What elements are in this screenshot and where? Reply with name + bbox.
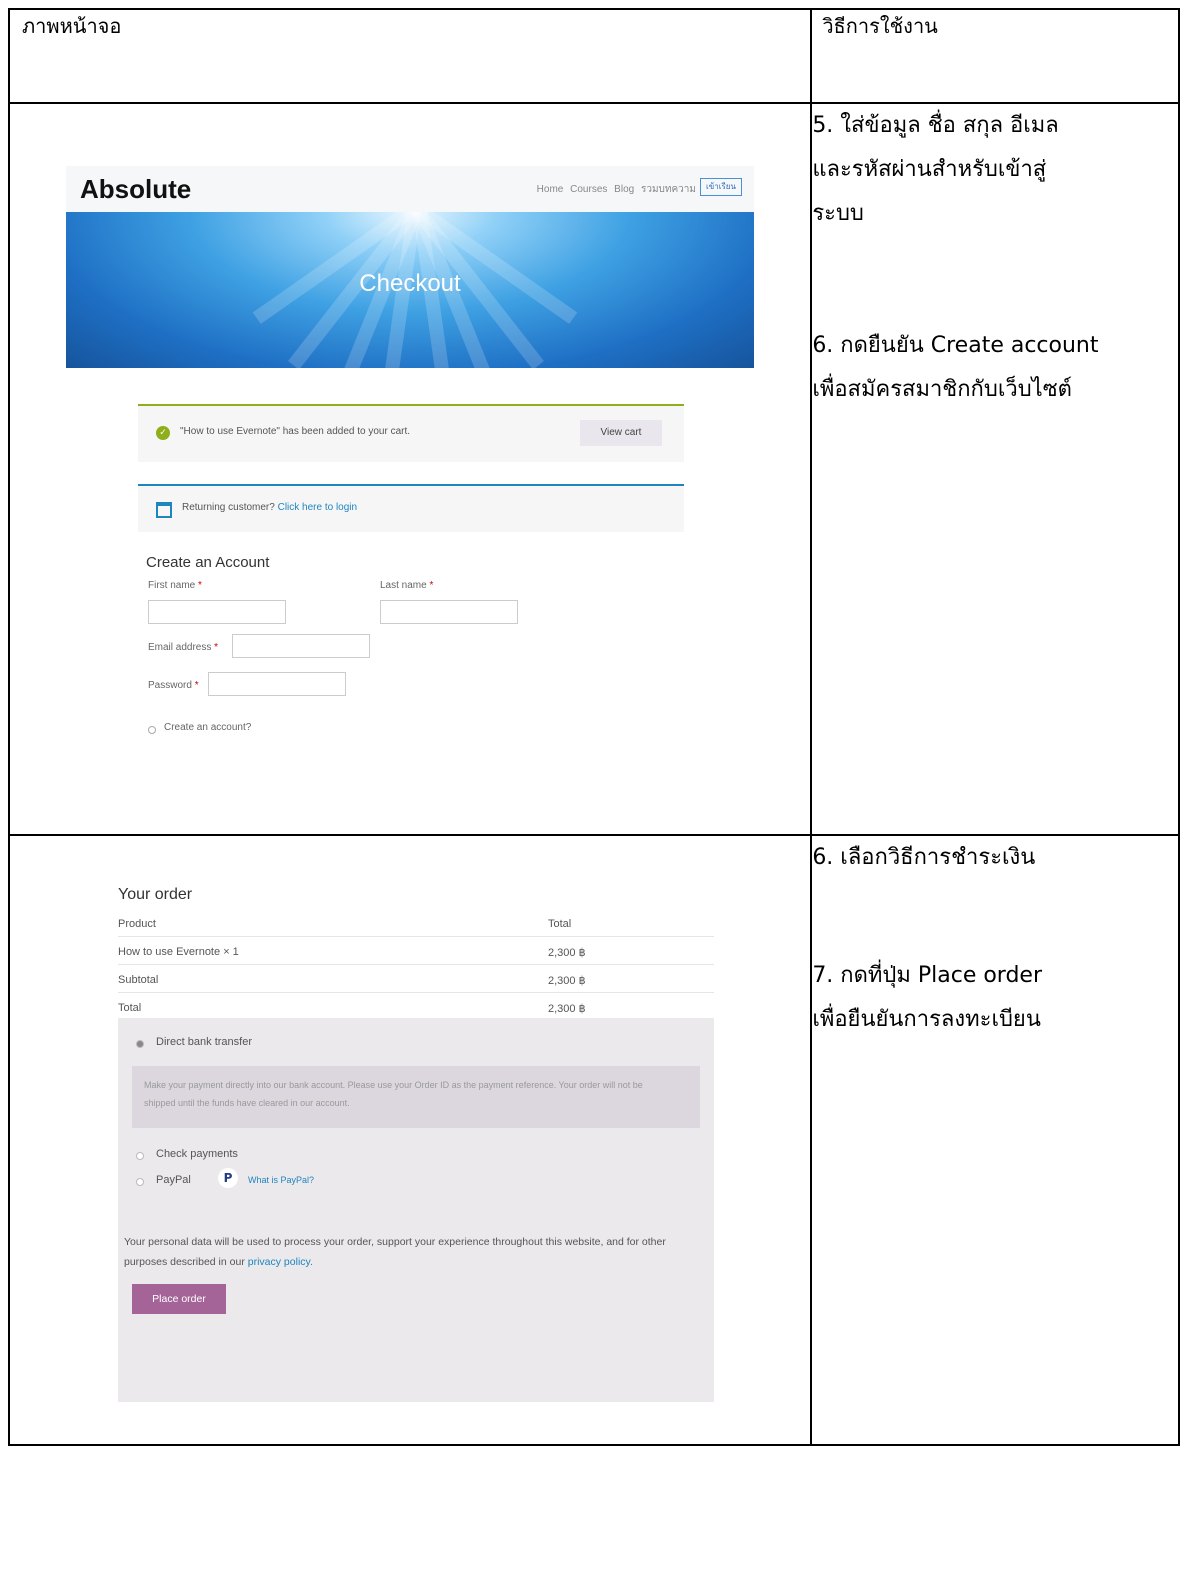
first-name-label: First name * (148, 580, 202, 591)
bank-transfer-description: Make your payment directly into our bank… (132, 1066, 700, 1128)
nav-blog[interactable]: Blog (614, 184, 634, 195)
view-cart-button[interactable]: View cart (580, 420, 662, 446)
returning-customer-notice: Returning customer? Click here to login (138, 484, 684, 532)
order-header-row: Product Total (118, 918, 598, 930)
last-name-label: Last name * (380, 580, 434, 591)
total-header: Total (548, 918, 572, 930)
paypal-logo-icon: P (218, 1168, 238, 1188)
step-line: 6. เลือกวิธีการชำระเงิน (812, 845, 1036, 870)
screenshot-cell-1: Absolute Home Courses Blog รวมบทความ เข้… (7, 102, 813, 836)
last-name-input[interactable] (380, 600, 518, 624)
order-screenshot: Your order Product Total How to use Ever… (118, 886, 728, 1416)
checkout-screenshot: Absolute Home Courses Blog รวมบทความ เข้… (66, 166, 754, 746)
subtotal-label: Subtotal (118, 974, 159, 986)
step-line: เพื่อสมัครสมาชิกกับเว็บไซต์ (812, 377, 1072, 402)
step-line: 7. กดที่ปุ่ม Place order (812, 963, 1043, 988)
cart-notice-text: "How to use Evernote" has been added to … (180, 426, 411, 437)
screenshot-cell-2: Your order Product Total How to use Ever… (7, 834, 813, 1446)
instruction-table: ภาพหน้าจอ วิธีการใช้งาน Absolute Home Co… (7, 8, 1180, 1446)
instructions-cell-2: 6. เลือกวิธีการชำระเงิน 7. กดที่ปุ่ม Pla… (810, 834, 1180, 1446)
nav-home[interactable]: Home (537, 184, 564, 195)
subtotal-row: Subtotal 2,300 ฿ (118, 974, 598, 987)
payment-box: Direct bank transfer Make your payment d… (118, 1018, 714, 1402)
header-usage: วิธีการใช้งาน (810, 8, 1180, 104)
order-item-row: How to use Evernote × 1 2,300 ฿ (118, 946, 598, 959)
cart-notice: ✓ "How to use Evernote" has been added t… (138, 404, 684, 462)
bank-transfer-label: Direct bank transfer (156, 1036, 252, 1048)
paypal-radio[interactable] (136, 1178, 144, 1186)
step-line: ระบบ (812, 201, 864, 226)
returning-label: Returning customer? (182, 502, 275, 513)
item-name: How to use Evernote (118, 946, 221, 958)
privacy-policy-link[interactable]: privacy policy. (248, 1256, 313, 1268)
create-account-checkbox[interactable] (148, 726, 156, 734)
total-label: Total (118, 1002, 142, 1014)
check-payments-radio[interactable] (136, 1152, 144, 1160)
your-order-title: Your order (118, 886, 193, 903)
window-icon (156, 502, 172, 518)
step-line: เพื่อยืนยันการลงทะเบียน (812, 1007, 1041, 1032)
item-qty: × 1 (223, 946, 239, 958)
subtotal-value: 2,300 ฿ (548, 975, 586, 987)
step-line: 5. ใส่ข้อมูล ชื่อ สกุล อีเมล (812, 113, 1059, 138)
nav-articles[interactable]: รวมบทความ (641, 184, 696, 195)
site-logo: Absolute (80, 174, 192, 204)
login-link[interactable]: Click here to login (278, 502, 357, 513)
total-row: Total 2,300 ฿ (118, 1002, 598, 1015)
returning-customer-text: Returning customer? Click here to login (182, 502, 357, 513)
product-header: Product (118, 918, 156, 930)
privacy-notice: Your personal data will be used to proce… (124, 1236, 666, 1268)
what-is-paypal-link[interactable]: What is PayPal? (248, 1175, 314, 1185)
bank-transfer-radio[interactable] (136, 1040, 144, 1048)
total-value: 2,300 ฿ (548, 1003, 586, 1015)
place-order-button[interactable]: Place order (132, 1284, 226, 1314)
email-field[interactable] (232, 634, 370, 658)
site-header: Absolute Home Courses Blog รวมบทความ เข้… (66, 166, 754, 212)
create-account-label: Create an account? (164, 722, 252, 733)
password-field[interactable] (208, 672, 346, 696)
email-label: Email address * (148, 642, 219, 653)
step-line: และรหัสผ่านสำหรับเข้าสู่ (812, 157, 1047, 182)
first-name-input[interactable] (148, 600, 286, 624)
header-screenshot: ภาพหน้าจอ (7, 8, 813, 104)
enroll-button[interactable]: เข้าเรียน (700, 178, 742, 196)
paypal-label: PayPal (156, 1174, 191, 1186)
checkout-banner: Checkout (66, 212, 754, 368)
item-total: 2,300 ฿ (548, 947, 586, 959)
password-label: Password * (148, 680, 199, 691)
site-nav: Home Courses Blog รวมบทความ (533, 182, 696, 197)
banner-title: Checkout (359, 270, 461, 297)
step-line: 6. กดยืนยัน Create account (812, 333, 1099, 358)
check-circle-icon: ✓ (156, 426, 170, 440)
check-payments-label: Check payments (156, 1148, 238, 1160)
instructions-cell-1: 5. ใส่ข้อมูล ชื่อ สกุล อีเมล และรหัสผ่าน… (810, 102, 1180, 836)
nav-courses[interactable]: Courses (570, 184, 607, 195)
create-account-title: Create an Account (146, 554, 270, 571)
